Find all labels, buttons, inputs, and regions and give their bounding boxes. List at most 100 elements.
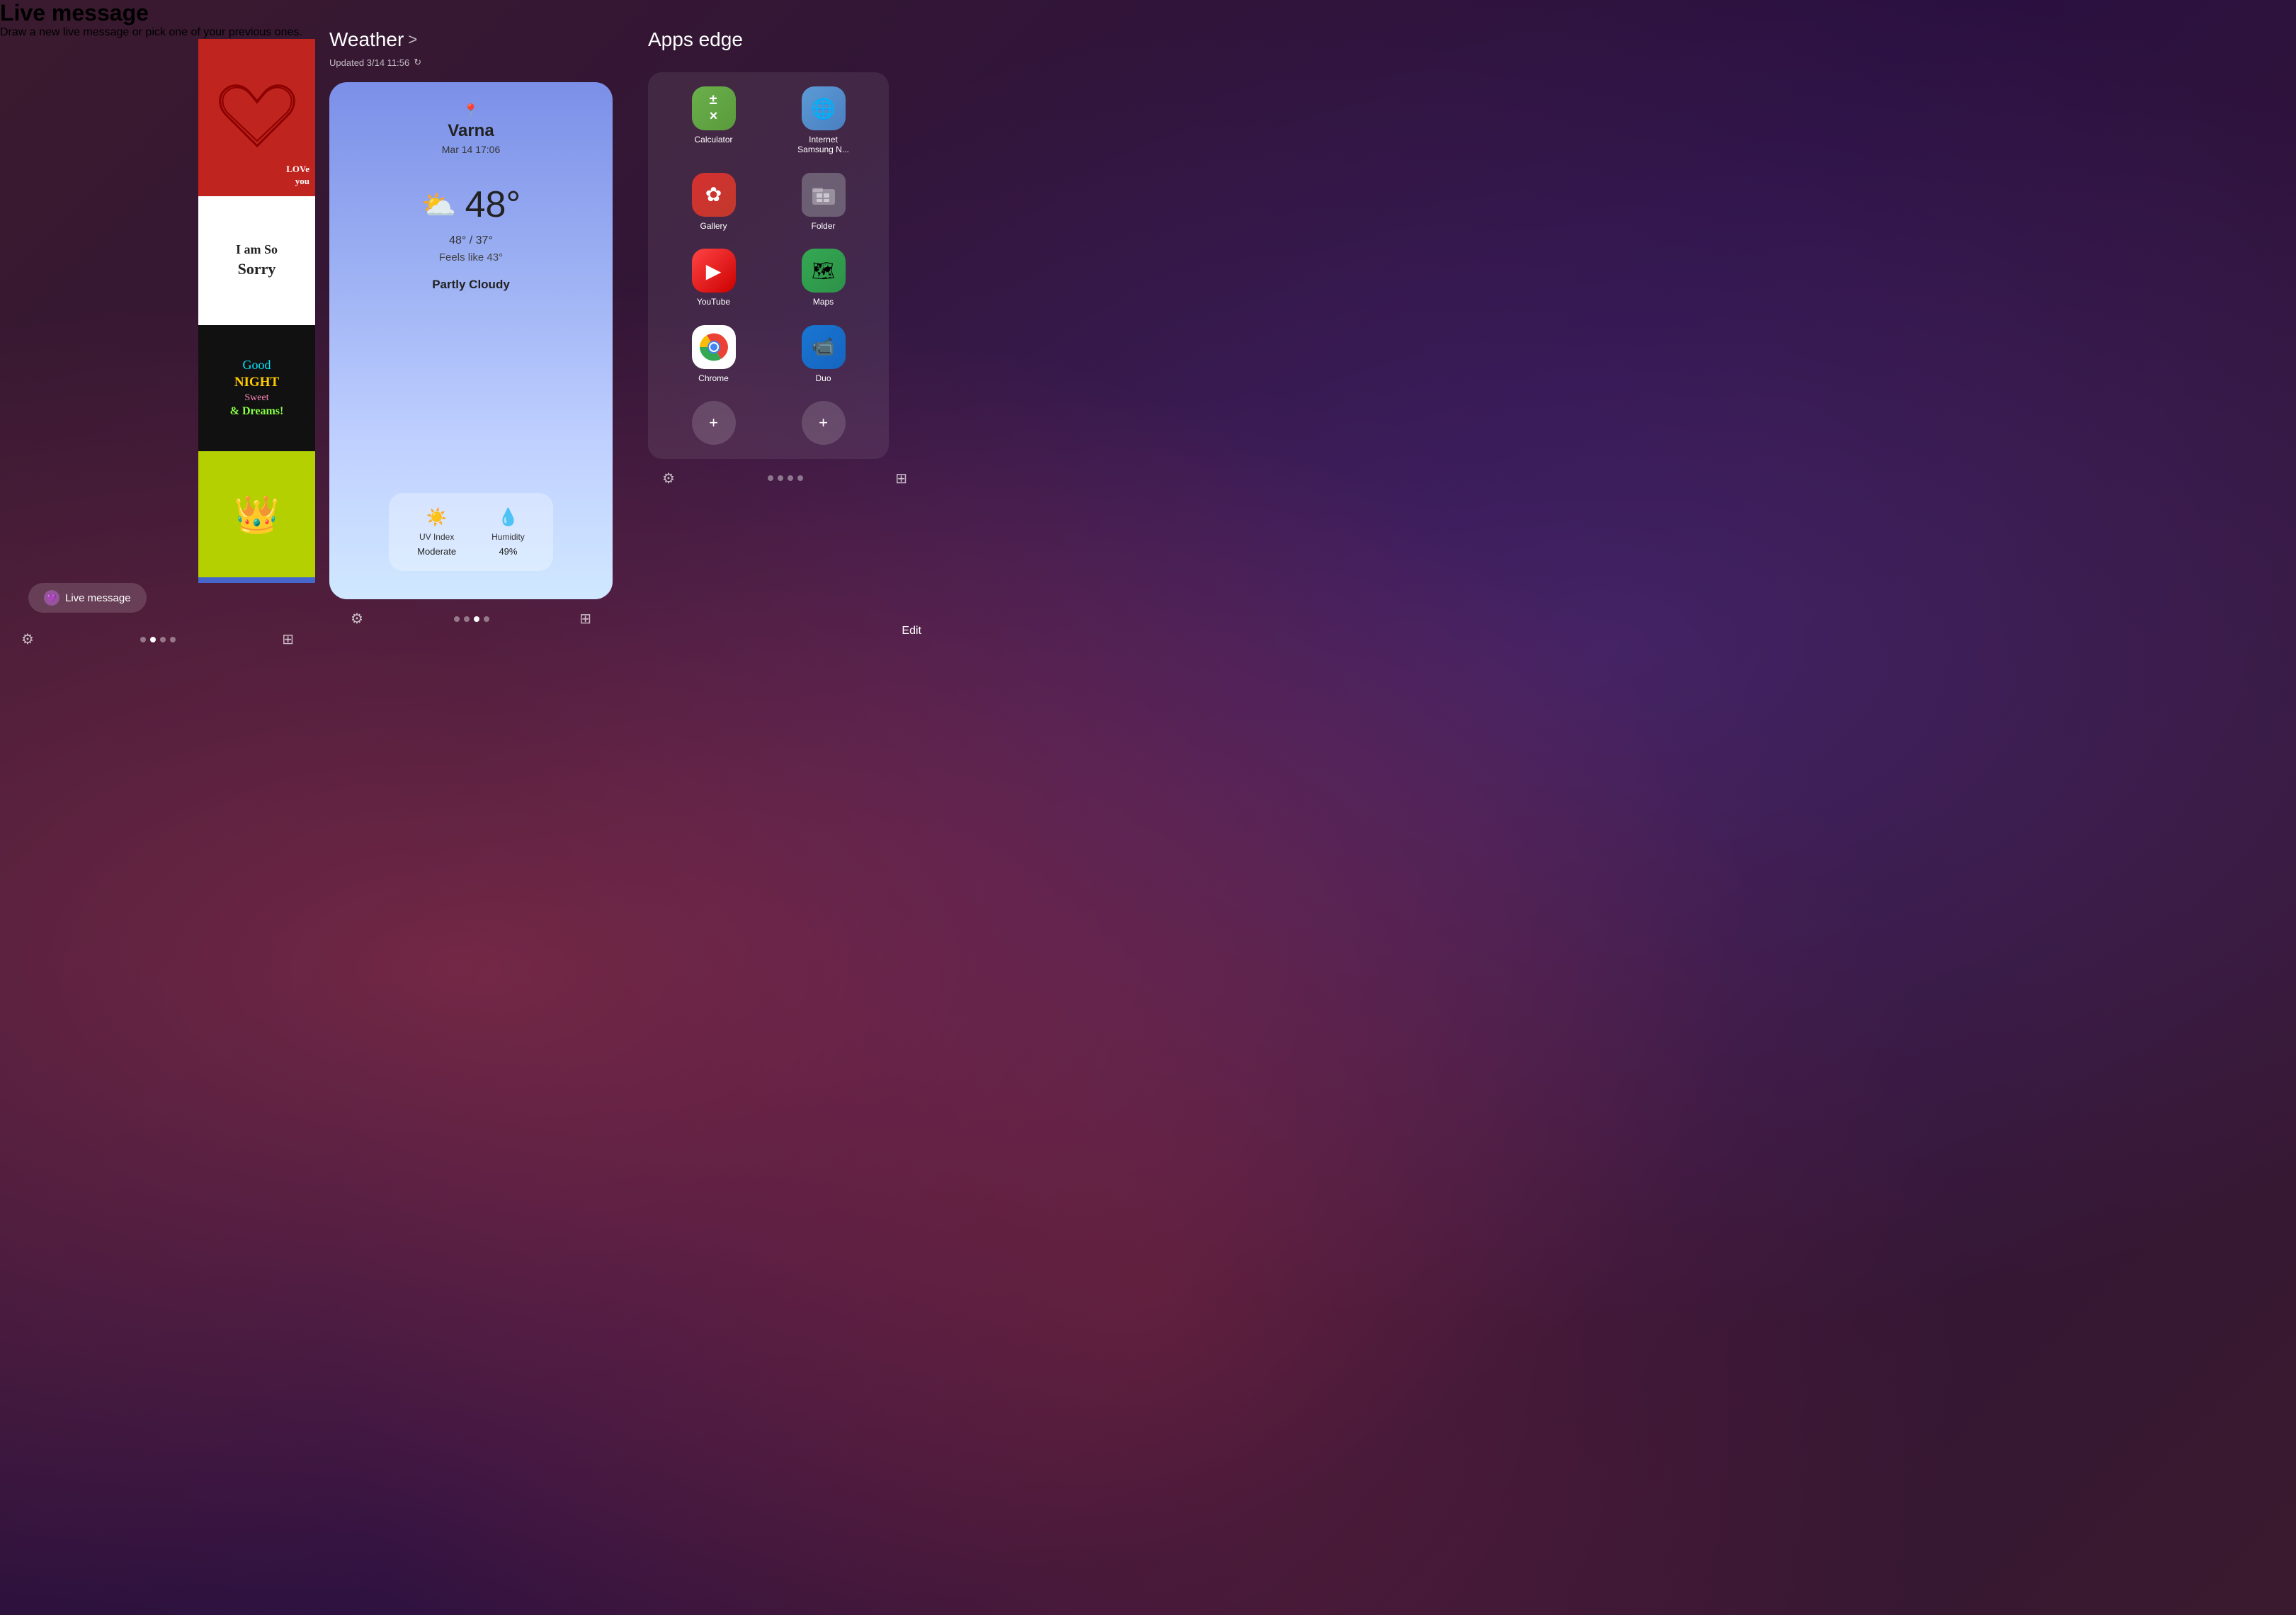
duo-icon: 📹 <box>802 325 846 369</box>
message-cards-list: LOVeyou I am So Sorry Good NIGHT Sweet &… <box>198 39 315 583</box>
app-internet[interactable]: 🌐 InternetSamsung N... <box>792 86 856 155</box>
chrome-icon <box>692 325 736 369</box>
add-app-button-2[interactable]: + <box>802 401 846 445</box>
calculator-icon: ±× <box>692 86 736 130</box>
apps-grid: ±× Calculator 🌐 InternetSamsung N... ✿ <box>648 72 889 459</box>
add-app-button-1[interactable]: + <box>692 401 736 445</box>
dot-2 <box>150 637 156 642</box>
page-dots <box>140 637 176 642</box>
app-gallery[interactable]: ✿ Gallery <box>682 173 746 231</box>
weather-dot-2 <box>464 616 470 622</box>
edit-section: Edit <box>902 625 921 638</box>
live-message-bottom-bar: ⚙ ⊞ <box>0 620 315 659</box>
location-pin-icon: 📍 <box>463 103 479 118</box>
list-item[interactable]: 👑 <box>198 451 315 577</box>
weather-page-dots <box>454 616 489 622</box>
apps-row-1: ±× Calculator 🌐 InternetSamsung N... <box>659 86 878 155</box>
app-calculator[interactable]: ±× Calculator <box>682 86 746 155</box>
apps-settings-icon[interactable]: ⚙ <box>662 470 675 487</box>
humidity-value: 49% <box>499 546 517 557</box>
list-item[interactable]: BrAvo! <box>198 577 315 583</box>
gallery-label: Gallery <box>700 221 727 231</box>
maps-label: Maps <box>813 297 834 307</box>
weather-stats: ☀️ UV Index Moderate 💧 Humidity 49% <box>389 493 553 571</box>
weather-bottom-bar: ⚙ ⊞ <box>329 599 613 638</box>
apps-dot-3 <box>788 475 793 481</box>
crown-emoji: 👑 <box>234 493 280 536</box>
calculator-label: Calculator <box>694 135 732 144</box>
humidity-stat: 💧 Humidity 49% <box>491 507 525 557</box>
edit-button[interactable]: Edit <box>902 625 921 638</box>
folder-svg <box>811 182 836 208</box>
live-message-heart-icon: 💜 <box>44 590 59 606</box>
weather-chevron[interactable]: > <box>408 30 417 49</box>
add-buttons-row: + + <box>659 401 878 445</box>
apps-bottom-bar: ⚙ ⊞ <box>641 459 928 498</box>
weather-condition-text: Partly Cloudy <box>432 278 510 292</box>
app-chrome[interactable]: Chrome <box>682 325 746 383</box>
apps-grid-icon[interactable]: ⊞ <box>895 470 907 487</box>
weather-grid-icon[interactable]: ⊞ <box>579 610 591 628</box>
apps-row-3: ▶ YouTube 🗺 Maps <box>659 249 878 307</box>
live-message-description: Draw a new live message or pick one of y… <box>0 26 315 39</box>
live-message-title: Live message <box>0 0 315 26</box>
app-maps[interactable]: 🗺 Maps <box>792 249 856 307</box>
maps-icon: 🗺 <box>802 249 846 293</box>
duo-label: Duo <box>815 373 831 383</box>
uv-label: UV Index <box>419 532 454 542</box>
feels-like: Feels like 43° <box>439 251 503 264</box>
internet-icon: 🌐 <box>802 86 846 130</box>
weather-updated: Updated 3/14 11:56 ↻ <box>329 57 613 68</box>
temperature-row: ⛅ 48° <box>421 183 521 226</box>
weather-settings-icon[interactable]: ⚙ <box>351 610 363 628</box>
weather-panel: Weather > Updated 3/14 11:56 ↻ 📍 Varna M… <box>315 0 627 659</box>
night-text: Good NIGHT Sweet & Dreams! <box>230 357 284 419</box>
apps-row-4: Chrome 📹 Duo <box>659 325 878 383</box>
sorry-text: I am So Sorry <box>229 234 285 288</box>
list-item[interactable]: I am So Sorry <box>198 196 315 325</box>
live-message-panel: Live message Draw a new live message or … <box>0 0 315 659</box>
apps-page-dots <box>768 475 803 481</box>
app-folder[interactable]: Folder <box>792 173 856 231</box>
grid-icon[interactable]: ⊞ <box>282 630 294 648</box>
folder-icon <box>802 173 846 217</box>
list-item[interactable]: LOVeyou <box>198 39 315 196</box>
uv-index-stat: ☀️ UV Index Moderate <box>417 507 456 557</box>
chrome-svg <box>699 332 729 362</box>
settings-icon[interactable]: ⚙ <box>21 630 34 648</box>
refresh-icon[interactable]: ↻ <box>414 57 421 68</box>
internet-label: InternetSamsung N... <box>797 135 849 155</box>
weather-dot-3 <box>474 616 479 622</box>
app-duo[interactable]: 📹 Duo <box>792 325 856 383</box>
temp-range: 48° / 37° <box>449 234 493 247</box>
dot-3 <box>160 637 166 642</box>
youtube-icon: ▶ <box>692 249 736 293</box>
weather-dot-1 <box>454 616 460 622</box>
humidity-label: Humidity <box>491 532 525 542</box>
temperature: 48° <box>465 183 521 226</box>
weather-header: Weather > Updated 3/14 11:56 ↻ <box>329 28 613 68</box>
apps-dot-1 <box>768 475 773 481</box>
app-youtube[interactable]: ▶ YouTube <box>682 249 746 307</box>
heart-card-svg <box>215 79 300 157</box>
uv-value: Moderate <box>417 546 456 557</box>
youtube-label: YouTube <box>697 297 730 307</box>
chrome-label: Chrome <box>698 373 729 383</box>
love-you-text: LOVeyou <box>286 164 309 188</box>
weather-title: Weather > <box>329 28 613 51</box>
live-message-button[interactable]: 💜 Live message <box>28 583 147 613</box>
city-name: Varna <box>448 121 494 141</box>
dot-1 <box>140 637 146 642</box>
list-item[interactable]: Good NIGHT Sweet & Dreams! <box>198 325 315 451</box>
apps-dot-4 <box>797 475 803 481</box>
dot-4 <box>170 637 176 642</box>
weather-card: 📍 Varna Mar 14 17:06 ⛅ 48° 48° / 37° Fee… <box>329 82 613 599</box>
folder-label: Folder <box>811 221 835 231</box>
weather-condition-icon: ⛅ <box>421 188 457 222</box>
weather-date: Mar 14 17:06 <box>442 144 501 155</box>
humidity-icon: 💧 <box>498 507 519 528</box>
apps-edge-title: Apps edge <box>641 28 928 51</box>
apps-dot-2 <box>778 475 783 481</box>
apps-edge-panel: Apps edge ±× Calculator 🌐 InternetSamsun… <box>627 0 936 659</box>
weather-dot-4 <box>484 616 489 622</box>
